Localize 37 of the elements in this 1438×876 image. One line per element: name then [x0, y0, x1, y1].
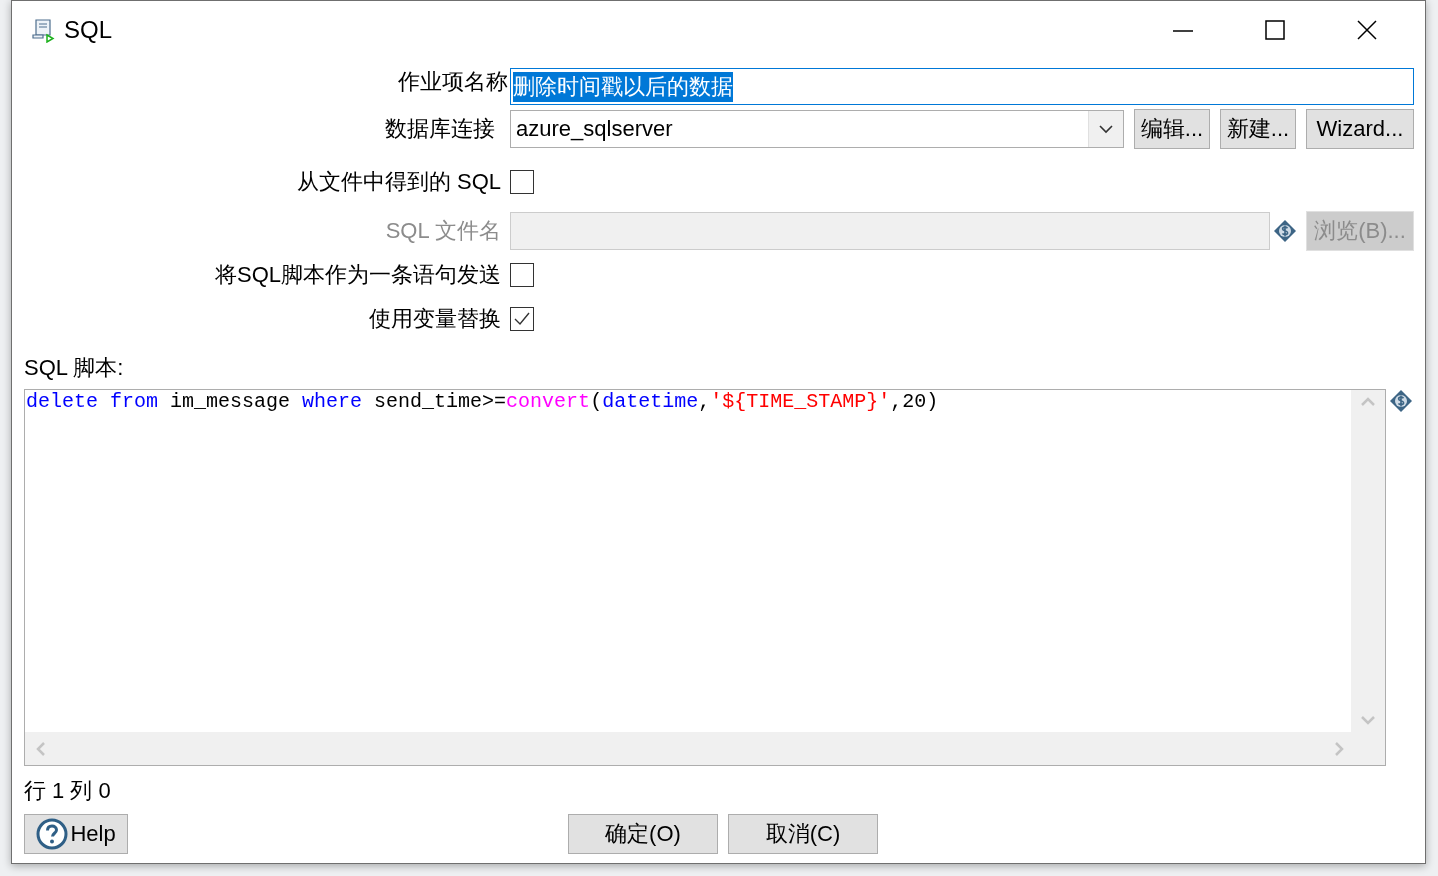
checkbox[interactable]	[510, 263, 534, 287]
close-icon	[1357, 20, 1377, 40]
vertical-scrollbar[interactable]	[1351, 390, 1385, 732]
checkbox[interactable]	[510, 307, 534, 331]
ok-button[interactable]: 确定(O)	[568, 814, 718, 854]
field-label: 将SQL脚本作为一条语句发送	[214, 261, 501, 289]
scroll-up-icon[interactable]	[1361, 396, 1375, 406]
sql-editor[interactable]: delete from im_message where send_time>=convert(datetime,'${TIME_STAMP}',20)	[24, 389, 1386, 766]
field-label: 使用变量替换	[369, 305, 501, 333]
field-label: SQL 文件名	[385, 217, 501, 245]
field-label: 作业项名称	[398, 68, 508, 96]
cursor-position: 行 1 列 0	[24, 777, 112, 805]
variable-icon[interactable]	[1273, 219, 1297, 243]
new-button[interactable]: 新建...	[1220, 109, 1296, 149]
file-name-field[interactable]	[510, 212, 1270, 250]
field-label: 数据库连接	[385, 115, 495, 143]
connection-dropdown[interactable]: azure_sqlserver	[510, 110, 1124, 148]
code-line: delete from im_message where send_time>=convert(datetime,'${TIME_STAMP}',20)	[26, 391, 940, 413]
maximize-icon	[1265, 20, 1285, 40]
minimize-icon	[1173, 30, 1193, 32]
sql-script-icon	[30, 17, 56, 43]
help-icon	[36, 818, 69, 850]
scroll-right-icon[interactable]	[1335, 741, 1345, 756]
edit-button[interactable]: 编辑...	[1134, 109, 1210, 149]
variable-icon[interactable]	[1389, 389, 1413, 413]
horizontal-scrollbar[interactable]	[25, 732, 1385, 765]
wizard-button[interactable]: Wizard...	[1306, 109, 1414, 149]
help-button[interactable]: Help	[24, 814, 128, 854]
cancel-button[interactable]: 取消(C)	[728, 814, 878, 854]
step-name-field[interactable]: 删除时间戳以后的数据	[510, 68, 1414, 105]
window-title: SQL	[64, 16, 113, 44]
field-label: 从文件中得到的 SQL	[296, 168, 501, 196]
script-label: SQL 脚本:	[24, 354, 125, 381]
checkbox[interactable]	[510, 170, 534, 194]
scroll-down-icon[interactable]	[1361, 716, 1375, 726]
scroll-left-icon[interactable]	[35, 741, 45, 756]
chevron-down-icon	[1099, 124, 1113, 134]
